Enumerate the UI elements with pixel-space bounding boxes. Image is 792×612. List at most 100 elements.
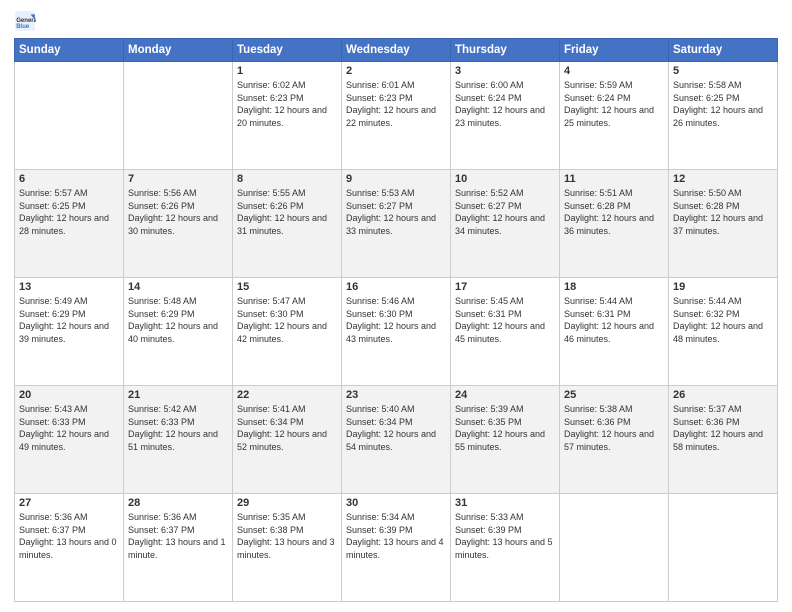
calendar-cell: 6Sunrise: 5:57 AM Sunset: 6:25 PM Daylig… (15, 170, 124, 278)
calendar-col-wednesday: Wednesday (342, 39, 451, 62)
day-info: Sunrise: 5:59 AM Sunset: 6:24 PM Dayligh… (564, 79, 664, 129)
calendar-week-4: 20 Sunrise: 5:43 AM Sunset: 6:33 PM Dayli… (15, 386, 778, 494)
day-number: 16 (346, 281, 446, 293)
calendar-cell: 30 Sunrise: 5:34 AM Sunset: 6:39 PM Dayli… (342, 494, 451, 602)
calendar-cell: 25 Sunrise: 5:38 AM Sunset: 6:36 PM Dayli… (560, 386, 669, 494)
day-number: 11 (564, 173, 664, 185)
calendar-cell: 11 Sunrise: 5:51 AM Sunset: 6:28 PM Dayli… (560, 170, 669, 278)
day-info: Sunrise: 5:47 AM Sunset: 6:30 PM Dayligh… (237, 295, 337, 345)
calendar-cell: 4 Sunrise: 5:59 AM Sunset: 6:24 PM Daylig… (560, 62, 669, 170)
calendar-cell: 28Sunrise: 5:36 AM Sunset: 6:37 PM Dayli… (124, 494, 233, 602)
calendar-week-5: 27 Sunrise: 5:36 AM Sunset: 6:37 PM Dayli… (15, 494, 778, 602)
svg-text:General: General (16, 18, 36, 24)
day-number: 28 (128, 497, 228, 509)
day-info: Sunrise: 5:56 AM Sunset: 6:26 PM Dayligh… (128, 187, 228, 237)
day-info: Sunrise: 5:44 AM Sunset: 6:31 PM Dayligh… (564, 295, 664, 345)
day-info: Sunrise: 6:01 AM Sunset: 6:23 PM Dayligh… (346, 79, 446, 129)
calendar-cell: 13 Sunrise: 5:49 AM Sunset: 6:29 PM Dayli… (15, 278, 124, 386)
day-number: 23 (346, 389, 446, 401)
calendar-cell: 18 Sunrise: 5:44 AM Sunset: 6:31 PM Dayli… (560, 278, 669, 386)
day-info: Sunrise: 5:43 AM Sunset: 6:33 PM Dayligh… (19, 403, 119, 453)
calendar-cell: 3 Sunrise: 6:00 AM Sunset: 6:24 PM Daylig… (451, 62, 560, 170)
calendar-cell: 27 Sunrise: 5:36 AM Sunset: 6:37 PM Dayli… (15, 494, 124, 602)
calendar-cell: 9 Sunrise: 5:53 AM Sunset: 6:27 PM Daylig… (342, 170, 451, 278)
calendar-cell: 2 Sunrise: 6:01 AM Sunset: 6:23 PM Daylig… (342, 62, 451, 170)
day-info: Sunrise: 5:46 AM Sunset: 6:30 PM Dayligh… (346, 295, 446, 345)
day-number: 29 (237, 497, 337, 509)
day-number: 4 (564, 65, 664, 77)
day-number: 17 (455, 281, 555, 293)
day-number: 21 (128, 389, 228, 401)
calendar-col-saturday: Saturday (669, 39, 778, 62)
day-number: 3 (455, 65, 555, 77)
calendar-cell: 23Sunrise: 5:40 AM Sunset: 6:34 PM Dayli… (342, 386, 451, 494)
calendar-header-row: SundayMondayTuesdayWednesdayThursdayFrid… (15, 39, 778, 62)
day-number: 14 (128, 281, 228, 293)
day-info: Sunrise: 5:52 AM Sunset: 6:27 PM Dayligh… (455, 187, 555, 237)
day-info: Sunrise: 5:51 AM Sunset: 6:28 PM Dayligh… (564, 187, 664, 237)
day-number: 26 (673, 389, 773, 401)
day-info: Sunrise: 5:34 AM Sunset: 6:39 PM Dayligh… (346, 511, 446, 561)
calendar-cell: 17 Sunrise: 5:45 AM Sunset: 6:31 PM Dayli… (451, 278, 560, 386)
day-number: 22 (237, 389, 337, 401)
logo: General Blue (14, 10, 40, 32)
day-info: Sunrise: 6:02 AM Sunset: 6:23 PM Dayligh… (237, 79, 337, 129)
day-info: Sunrise: 5:39 AM Sunset: 6:35 PM Dayligh… (455, 403, 555, 453)
calendar-cell: 5 Sunrise: 5:58 AM Sunset: 6:25 PM Daylig… (669, 62, 778, 170)
calendar-cell: 7 Sunrise: 5:56 AM Sunset: 6:26 PM Daylig… (124, 170, 233, 278)
calendar-cell: 21Sunrise: 5:42 AM Sunset: 6:33 PM Dayli… (124, 386, 233, 494)
day-number: 30 (346, 497, 446, 509)
day-number: 9 (346, 173, 446, 185)
day-number: 2 (346, 65, 446, 77)
day-number: 13 (19, 281, 119, 293)
calendar-cell: 10 Sunrise: 5:52 AM Sunset: 6:27 PM Dayli… (451, 170, 560, 278)
day-number: 19 (673, 281, 773, 293)
day-number: 5 (673, 65, 773, 77)
calendar-cell (15, 62, 124, 170)
day-number: 12 (673, 173, 773, 185)
calendar-cell (124, 62, 233, 170)
day-number: 18 (564, 281, 664, 293)
day-number: 24 (455, 389, 555, 401)
day-info: Sunrise: 5:44 AM Sunset: 6:32 PM Dayligh… (673, 295, 773, 345)
day-info: Sunrise: 5:45 AM Sunset: 6:31 PM Dayligh… (455, 295, 555, 345)
day-number: 31 (455, 497, 555, 509)
calendar-table: SundayMondayTuesdayWednesdayThursdayFrid… (14, 38, 778, 602)
day-number: 10 (455, 173, 555, 185)
calendar-cell: 31 Sunrise: 5:33 AM Sunset: 6:39 PM Dayli… (451, 494, 560, 602)
day-info: Sunrise: 5:33 AM Sunset: 6:39 PM Dayligh… (455, 511, 555, 561)
day-info: Sunrise: 5:53 AM Sunset: 6:27 PM Dayligh… (346, 187, 446, 237)
day-info: Sunrise: 5:58 AM Sunset: 6:25 PM Dayligh… (673, 79, 773, 129)
day-info: Sunrise: 5:38 AM Sunset: 6:36 PM Dayligh… (564, 403, 664, 453)
calendar-col-friday: Friday (560, 39, 669, 62)
page: General Blue SundayMondayTuesdayWednesda… (0, 0, 792, 612)
logo-icon: General Blue (14, 10, 36, 32)
day-number: 6 (19, 173, 119, 185)
day-info: Sunrise: 5:50 AM Sunset: 6:28 PM Dayligh… (673, 187, 773, 237)
day-info: Sunrise: 5:49 AM Sunset: 6:29 PM Dayligh… (19, 295, 119, 345)
calendar-cell: 26 Sunrise: 5:37 AM Sunset: 6:36 PM Dayli… (669, 386, 778, 494)
day-info: Sunrise: 5:37 AM Sunset: 6:36 PM Dayligh… (673, 403, 773, 453)
day-number: 1 (237, 65, 337, 77)
calendar-col-tuesday: Tuesday (233, 39, 342, 62)
calendar-week-1: 1 Sunrise: 6:02 AM Sunset: 6:23 PM Daylig… (15, 62, 778, 170)
calendar-cell: 15 Sunrise: 5:47 AM Sunset: 6:30 PM Dayli… (233, 278, 342, 386)
calendar-cell: 20 Sunrise: 5:43 AM Sunset: 6:33 PM Dayli… (15, 386, 124, 494)
calendar-cell: 8Sunrise: 5:55 AM Sunset: 6:26 PM Daylig… (233, 170, 342, 278)
day-info: Sunrise: 5:36 AM Sunset: 6:37 PM Dayligh… (19, 511, 119, 561)
day-number: 25 (564, 389, 664, 401)
day-number: 27 (19, 497, 119, 509)
calendar-week-3: 13 Sunrise: 5:49 AM Sunset: 6:29 PM Dayli… (15, 278, 778, 386)
day-number: 20 (19, 389, 119, 401)
day-number: 7 (128, 173, 228, 185)
calendar-cell: 1 Sunrise: 6:02 AM Sunset: 6:23 PM Daylig… (233, 62, 342, 170)
calendar-cell: 22 Sunrise: 5:41 AM Sunset: 6:34 PM Dayli… (233, 386, 342, 494)
day-info: Sunrise: 6:00 AM Sunset: 6:24 PM Dayligh… (455, 79, 555, 129)
calendar-cell: 12 Sunrise: 5:50 AM Sunset: 6:28 PM Dayli… (669, 170, 778, 278)
day-number: 15 (237, 281, 337, 293)
day-number: 8 (237, 173, 337, 185)
day-info: Sunrise: 5:41 AM Sunset: 6:34 PM Dayligh… (237, 403, 337, 453)
calendar-col-monday: Monday (124, 39, 233, 62)
calendar-cell: 14 Sunrise: 5:48 AM Sunset: 6:29 PM Dayli… (124, 278, 233, 386)
day-info: Sunrise: 5:48 AM Sunset: 6:29 PM Dayligh… (128, 295, 228, 345)
